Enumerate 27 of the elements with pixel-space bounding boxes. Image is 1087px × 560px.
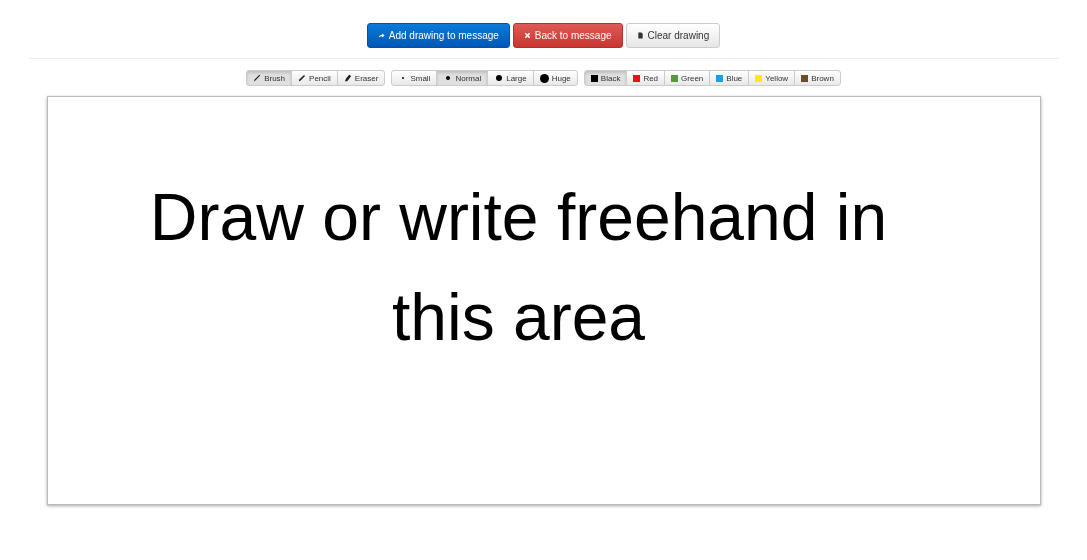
color-button[interactable]: Black xyxy=(583,70,628,86)
color-button[interactable]: Green xyxy=(664,70,711,86)
size-button[interactable]: Huge xyxy=(532,70,578,86)
brush-icon xyxy=(253,74,262,82)
dot-icon xyxy=(539,73,549,83)
action-button[interactable]: Clear drawing xyxy=(625,23,721,48)
eraser-icon xyxy=(343,74,352,82)
size-button[interactable]: Small xyxy=(391,70,438,86)
dot-icon xyxy=(445,76,450,80)
tool-button[interactable]: Brush xyxy=(246,70,293,86)
color-button[interactable]: Yellow xyxy=(748,70,796,86)
pencil-icon xyxy=(298,74,307,82)
handwritten-text: Draw or write freehand in this area xyxy=(148,179,889,356)
share-icon xyxy=(377,32,385,39)
action-button[interactable]: Back to message xyxy=(512,23,623,48)
file-icon xyxy=(636,32,644,39)
color-button[interactable]: Brown xyxy=(794,70,841,86)
color-button[interactable]: Blue xyxy=(709,70,750,86)
drawing-canvas[interactable]: Draw or write freehand in this area xyxy=(46,96,1041,505)
close-icon xyxy=(523,32,531,39)
dot-icon xyxy=(495,75,502,81)
size-button[interactable]: Normal xyxy=(436,70,489,86)
color-button[interactable]: Red xyxy=(626,70,666,86)
action-button[interactable]: Add drawing to message xyxy=(366,23,510,48)
tool-button[interactable]: Pencil xyxy=(291,70,338,86)
size-button[interactable]: Large xyxy=(487,70,534,86)
tool-button[interactable]: Eraser xyxy=(336,70,386,86)
